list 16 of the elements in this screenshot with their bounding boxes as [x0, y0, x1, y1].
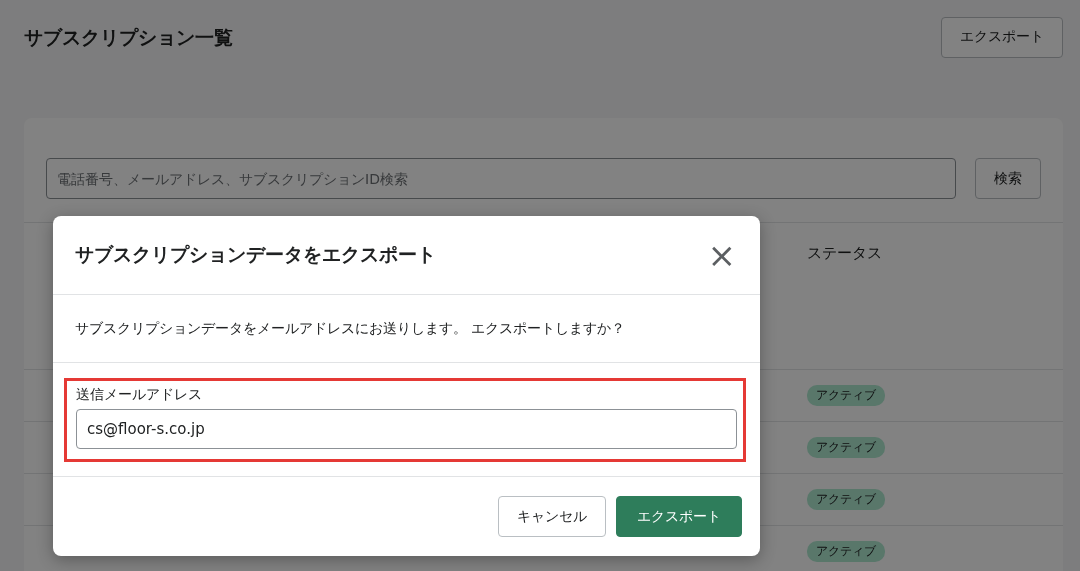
- dialog-message: サブスクリプションデータをメールアドレスにお送りします。 エクスポートしますか？: [75, 319, 626, 338]
- field-label: 送信メールアドレス: [76, 386, 203, 404]
- status-badge: アクティブ: [807, 489, 885, 510]
- export-button[interactable]: エクスポート: [616, 496, 742, 537]
- export-button[interactable]: エクスポート: [941, 16, 1063, 58]
- email-field[interactable]: cs@floor-s.co.jp: [76, 409, 737, 449]
- search-field[interactable]: 電話番号、メールアドレス、サブスクリプションID検索: [46, 158, 956, 199]
- column-header: ステータス: [807, 244, 882, 262]
- dialog-title: サブスクリプションデータをエクスポート: [75, 242, 436, 267]
- page-title: サブスクリプション一覧: [24, 25, 233, 50]
- cancel-button[interactable]: キャンセル: [498, 496, 606, 537]
- search-button[interactable]: 検索: [975, 158, 1041, 199]
- status-badge: アクティブ: [807, 385, 885, 406]
- status-badge: アクティブ: [807, 541, 885, 562]
- close-button[interactable]: ×: [703, 238, 740, 272]
- status-badge: アクティブ: [807, 437, 885, 458]
